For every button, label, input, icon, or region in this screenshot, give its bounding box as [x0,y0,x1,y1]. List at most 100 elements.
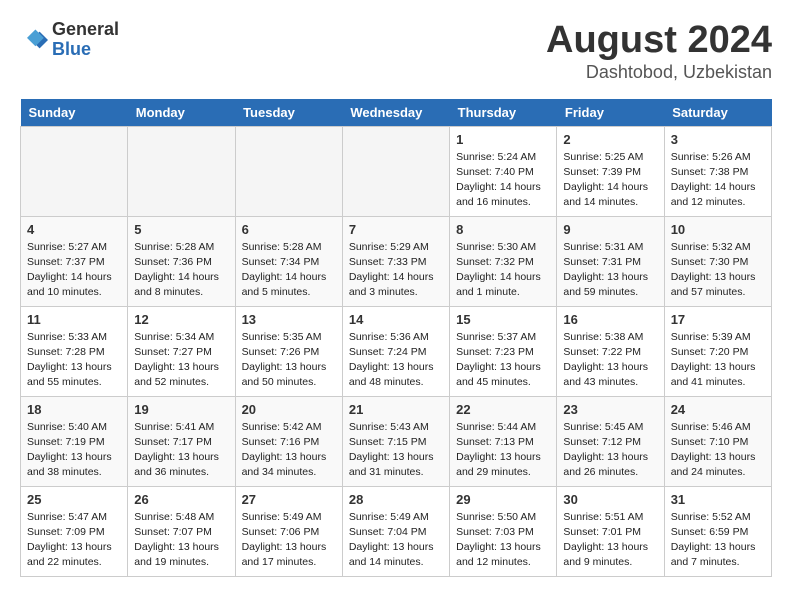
calendar-cell: 1Sunrise: 5:24 AMSunset: 7:40 PMDaylight… [450,126,557,216]
page-header: General Blue August 2024 Dashtobod, Uzbe… [20,20,772,83]
calendar-cell: 23Sunrise: 5:45 AMSunset: 7:12 PMDayligh… [557,396,664,486]
day-number: 14 [349,312,443,327]
logo-blue: Blue [52,40,119,60]
day-number: 29 [456,492,550,507]
day-info: Sunrise: 5:43 AMSunset: 7:15 PMDaylight:… [349,420,443,481]
calendar-cell: 21 Sunrise: 5:43 AMSunset: 7:15 PMDayligh… [342,396,449,486]
day-info: Sunrise: 5:38 AMSunset: 7:22 PMDaylight:… [563,330,657,391]
day-number: 24 [671,402,765,417]
calendar-cell: 12 Sunrise: 5:34 AMSunset: 7:27 PMDayligh… [128,306,235,396]
day-number: 20 [242,402,336,417]
day-number: 30 [563,492,657,507]
day-info: Sunrise: 5:33 AMSunset: 7:28 PMDaylight:… [27,330,121,391]
calendar-cell: 17 Sunrise: 5:39 AMSunset: 7:20 PMDayligh… [664,306,771,396]
day-number: 1 [456,132,550,147]
calendar-cell: 20 Sunrise: 5:42 AMSunset: 7:16 PMDayligh… [235,396,342,486]
calendar-cell: 14Sunrise: 5:36 AMSunset: 7:24 PMDayligh… [342,306,449,396]
day-number: 3 [671,132,765,147]
day-number: 8 [456,222,550,237]
logo-text: General Blue [52,20,119,60]
day-number: 26 [134,492,228,507]
day-info: Sunrise: 5:51 AMSunset: 7:01 PMDaylight:… [563,510,657,571]
day-number: 13 [242,312,336,327]
calendar-cell [342,126,449,216]
weekday-header-thursday: Thursday [450,99,557,127]
weekday-header-sunday: Sunday [21,99,128,127]
day-info: Sunrise: 5:49 AMSunset: 7:04 PMDaylight:… [349,510,443,571]
calendar-cell: 10Sunrise: 5:32 AMSunset: 7:30 PMDayligh… [664,216,771,306]
calendar-cell: 25Sunrise: 5:47 AMSunset: 7:09 PMDayligh… [21,486,128,576]
calendar-table: SundayMondayTuesdayWednesdayThursdayFrid… [20,99,772,577]
calendar-cell [235,126,342,216]
day-number: 7 [349,222,443,237]
day-number: 5 [134,222,228,237]
day-number: 4 [27,222,121,237]
calendar-cell: 9 Sunrise: 5:31 AMSunset: 7:31 PMDaylight… [557,216,664,306]
day-number: 18 [27,402,121,417]
day-info: Sunrise: 5:28 AMSunset: 7:34 PMDaylight:… [242,240,336,301]
calendar-cell: 24 Sunrise: 5:46 AMSunset: 7:10 PMDayligh… [664,396,771,486]
day-info: Sunrise: 5:48 AMSunset: 7:07 PMDaylight:… [134,510,228,571]
logo-icon [20,26,48,54]
calendar-cell: 11Sunrise: 5:33 AMSunset: 7:28 PMDayligh… [21,306,128,396]
calendar-cell: 27 Sunrise: 5:49 AMSunset: 7:06 PMDayligh… [235,486,342,576]
day-number: 15 [456,312,550,327]
day-number: 27 [242,492,336,507]
location-title: Dashtobod, Uzbekistan [546,62,772,83]
day-info: Sunrise: 5:29 AMSunset: 7:33 PMDaylight:… [349,240,443,301]
day-number: 12 [134,312,228,327]
calendar-cell: 15 Sunrise: 5:37 AMSunset: 7:23 PMDayligh… [450,306,557,396]
calendar-cell: 28 Sunrise: 5:49 AMSunset: 7:04 PMDayligh… [342,486,449,576]
calendar-cell: 3 Sunrise: 5:26 AMSunset: 7:38 PMDaylight… [664,126,771,216]
logo: General Blue [20,20,119,60]
day-info: Sunrise: 5:50 AMSunset: 7:03 PMDaylight:… [456,510,550,571]
day-info: Sunrise: 5:52 AMSunset: 6:59 PMDaylight:… [671,510,765,571]
logo-general: General [52,20,119,40]
day-number: 17 [671,312,765,327]
day-number: 9 [563,222,657,237]
day-number: 25 [27,492,121,507]
day-info: Sunrise: 5:27 AMSunset: 7:37 PMDaylight:… [27,240,121,301]
calendar-week-row: 1Sunrise: 5:24 AMSunset: 7:40 PMDaylight… [21,126,772,216]
calendar-cell: 26 Sunrise: 5:48 AMSunset: 7:07 PMDayligh… [128,486,235,576]
day-number: 31 [671,492,765,507]
day-number: 28 [349,492,443,507]
calendar-week-row: 4 Sunrise: 5:27 AMSunset: 7:37 PMDaylight… [21,216,772,306]
calendar-cell: 13 Sunrise: 5:35 AMSunset: 7:26 PMDayligh… [235,306,342,396]
day-number: 21 [349,402,443,417]
month-title: August 2024 [546,20,772,62]
day-info: Sunrise: 5:40 AMSunset: 7:19 PMDaylight:… [27,420,121,481]
calendar-week-row: 11Sunrise: 5:33 AMSunset: 7:28 PMDayligh… [21,306,772,396]
weekday-header-saturday: Saturday [664,99,771,127]
day-info: Sunrise: 5:25 AMSunset: 7:39 PMDaylight:… [563,150,657,211]
day-info: Sunrise: 5:31 AMSunset: 7:31 PMDaylight:… [563,240,657,301]
calendar-cell: 6 Sunrise: 5:28 AMSunset: 7:34 PMDaylight… [235,216,342,306]
calendar-cell: 2 Sunrise: 5:25 AMSunset: 7:39 PMDaylight… [557,126,664,216]
day-number: 19 [134,402,228,417]
day-info: Sunrise: 5:37 AMSunset: 7:23 PMDaylight:… [456,330,550,391]
calendar-cell: 22 Sunrise: 5:44 AMSunset: 7:13 PMDayligh… [450,396,557,486]
day-number: 2 [563,132,657,147]
day-info: Sunrise: 5:42 AMSunset: 7:16 PMDaylight:… [242,420,336,481]
calendar-cell: 19Sunrise: 5:41 AMSunset: 7:17 PMDayligh… [128,396,235,486]
day-info: Sunrise: 5:30 AMSunset: 7:32 PMDaylight:… [456,240,550,301]
day-info: Sunrise: 5:34 AMSunset: 7:27 PMDaylight:… [134,330,228,391]
day-info: Sunrise: 5:49 AMSunset: 7:06 PMDaylight:… [242,510,336,571]
weekday-header-friday: Friday [557,99,664,127]
calendar-week-row: 25Sunrise: 5:47 AMSunset: 7:09 PMDayligh… [21,486,772,576]
calendar-cell: 30 Sunrise: 5:51 AMSunset: 7:01 PMDayligh… [557,486,664,576]
day-info: Sunrise: 5:39 AMSunset: 7:20 PMDaylight:… [671,330,765,391]
day-number: 22 [456,402,550,417]
day-info: Sunrise: 5:44 AMSunset: 7:13 PMDaylight:… [456,420,550,481]
day-number: 6 [242,222,336,237]
calendar-cell: 31 Sunrise: 5:52 AMSunset: 6:59 PMDayligh… [664,486,771,576]
day-info: Sunrise: 5:28 AMSunset: 7:36 PMDaylight:… [134,240,228,301]
calendar-cell: 7 Sunrise: 5:29 AMSunset: 7:33 PMDaylight… [342,216,449,306]
calendar-cell [21,126,128,216]
day-info: Sunrise: 5:35 AMSunset: 7:26 PMDaylight:… [242,330,336,391]
day-info: Sunrise: 5:26 AMSunset: 7:38 PMDaylight:… [671,150,765,211]
calendar-cell: 4 Sunrise: 5:27 AMSunset: 7:37 PMDaylight… [21,216,128,306]
weekday-header-wednesday: Wednesday [342,99,449,127]
day-info: Sunrise: 5:46 AMSunset: 7:10 PMDaylight:… [671,420,765,481]
day-number: 16 [563,312,657,327]
